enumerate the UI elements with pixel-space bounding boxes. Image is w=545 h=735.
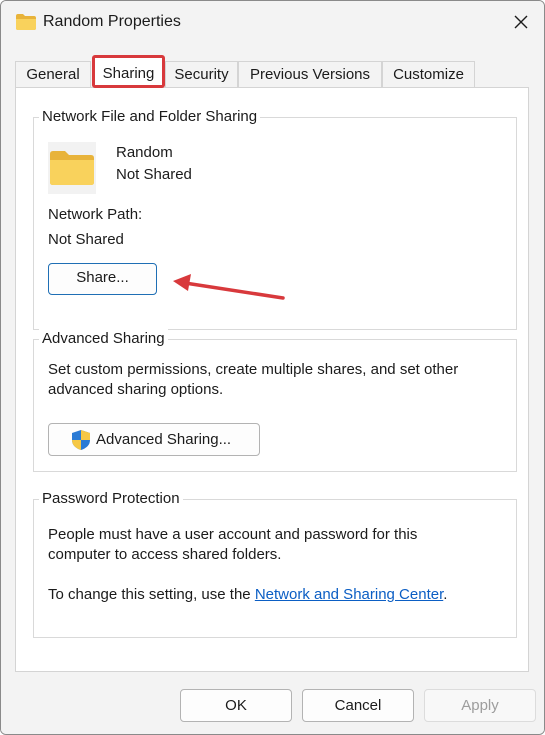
folder-icon (48, 142, 96, 198)
uac-shield-icon (70, 429, 92, 462)
tab-security-label: Security (174, 66, 229, 83)
folder-share-status: Not Shared (116, 166, 192, 183)
network-sharing-group: Network File and Folder Sharing Random N… (33, 107, 517, 330)
cancel-button[interactable]: Cancel (302, 689, 414, 722)
tab-general[interactable]: General (15, 61, 91, 87)
advanced-sharing-group: Advanced Sharing Set custom permissions,… (33, 329, 517, 472)
password-protection-legend: Password Protection (39, 489, 183, 509)
share-button[interactable]: Share... (48, 263, 157, 295)
title-bar: Random Properties (1, 1, 544, 47)
password-protection-line-2: computer to access shared folders. (48, 546, 282, 563)
network-path-label: Network Path: (48, 206, 143, 223)
advanced-sharing-button[interactable]: Advanced Sharing... (48, 423, 260, 456)
share-button-label: Share... (76, 269, 129, 286)
tab-security[interactable]: Security (165, 61, 238, 87)
red-arrow-icon (167, 268, 287, 308)
close-icon (513, 14, 529, 34)
apply-button-label: Apply (461, 697, 499, 714)
ok-button-label: OK (225, 697, 247, 714)
advanced-sharing-description-2: advanced sharing options. (48, 381, 224, 398)
cancel-button-label: Cancel (334, 697, 382, 714)
tab-customize-label: Customize (393, 66, 464, 83)
tab-previous-versions-label: Previous Versions (249, 66, 371, 83)
network-sharing-legend: Network File and Folder Sharing (39, 107, 261, 127)
sharing-tab-panel: Network File and Folder Sharing Random N… (15, 87, 529, 672)
password-protection-group: Password Protection People must have a u… (33, 489, 517, 638)
properties-dialog: Random Properties General Sharing Securi… (0, 0, 545, 735)
folder-icon (15, 13, 37, 35)
password-protection-line-3: To change this setting, use the Network … (48, 585, 447, 605)
tab-general-label: General (26, 66, 80, 83)
ok-button[interactable]: OK (180, 689, 292, 722)
folder-name: Random (116, 144, 173, 161)
advanced-sharing-button-label: Advanced Sharing... (96, 431, 232, 448)
advanced-sharing-description-1: Set custom permissions, create multiple … (48, 361, 459, 378)
dialog-footer: OK Cancel Apply (1, 672, 544, 734)
tab-sharing-label: Sharing (102, 65, 155, 82)
tab-customize[interactable]: Customize (382, 61, 475, 87)
tab-sharing[interactable]: Sharing (92, 55, 165, 88)
window-title: Random Properties (43, 13, 181, 30)
password-protection-suffix: . (443, 586, 448, 603)
tab-previous-versions[interactable]: Previous Versions (238, 61, 382, 87)
password-protection-line-1: People must have a user account and pass… (48, 526, 418, 543)
password-protection-prefix: To change this setting, use the (48, 586, 255, 603)
close-button[interactable] (498, 1, 544, 47)
network-sharing-center-link[interactable]: Network and Sharing Center (255, 586, 443, 603)
network-path-value: Not Shared (48, 231, 124, 248)
advanced-sharing-legend: Advanced Sharing (39, 329, 168, 349)
apply-button[interactable]: Apply (424, 689, 536, 722)
